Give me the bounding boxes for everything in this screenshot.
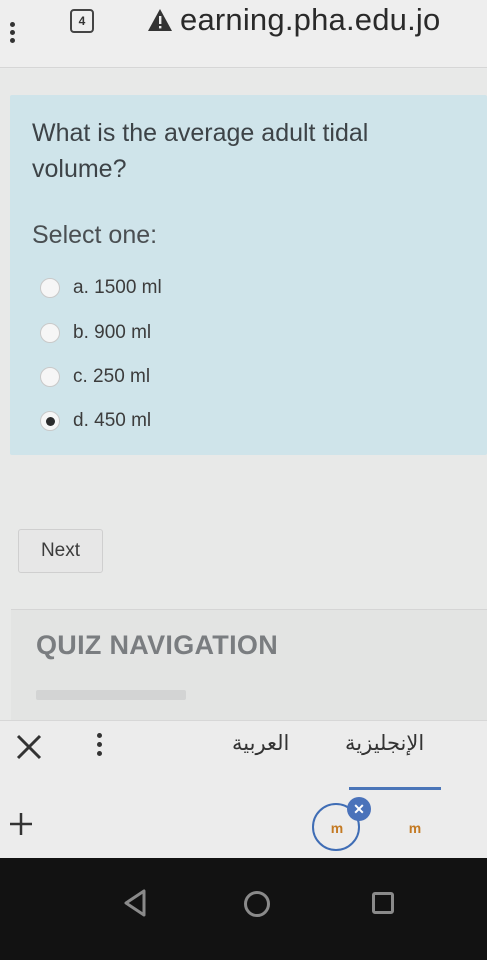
app-icon[interactable]: m	[404, 820, 426, 836]
option-d[interactable]: d. 450 ml	[40, 406, 151, 436]
language-english[interactable]: الإنجليزية	[345, 731, 424, 756]
radio-button[interactable]	[40, 367, 60, 387]
quiz-navigation-placeholder	[36, 690, 186, 700]
back-icon[interactable]	[122, 888, 148, 918]
question-text: What is the average adult tidal volume?	[32, 119, 369, 183]
radio-button[interactable]	[40, 278, 60, 298]
app-icon[interactable]: m	[326, 820, 348, 836]
option-b[interactable]: b. 900 ml	[40, 318, 151, 348]
more-options-icon[interactable]	[97, 733, 103, 760]
home-icon[interactable]	[244, 891, 270, 917]
language-arabic[interactable]: العربية	[232, 731, 289, 756]
remove-app-icon[interactable]: ✕	[347, 797, 371, 821]
quiz-navigation-block: QUIZ NAVIGATION	[11, 609, 487, 720]
browser-toolbar: 4 earning.pha.edu.jo	[0, 0, 487, 68]
option-label: a. 1500 ml	[73, 277, 162, 298]
next-button[interactable]: Next	[18, 529, 103, 573]
recent-apps-icon[interactable]	[372, 892, 394, 914]
option-label: b. 900 ml	[73, 322, 152, 343]
radio-button[interactable]	[40, 323, 60, 343]
option-a[interactable]: a. 1500 ml	[40, 273, 162, 303]
keyboard-toolbar: العربية الإنجليزية ✕ m m	[0, 720, 487, 858]
active-language-indicator	[349, 787, 441, 790]
url-bar[interactable]: earning.pha.edu.jo	[180, 2, 440, 38]
select-one-label: Select one:	[32, 221, 158, 249]
plus-icon[interactable]	[8, 811, 34, 837]
not-secure-warning-icon[interactable]	[147, 8, 173, 32]
tab-count-icon[interactable]: 4	[70, 9, 94, 33]
page-content: What is the average adult tidal volume? …	[0, 69, 487, 720]
question-card: What is the average adult tidal volume? …	[10, 95, 487, 455]
system-navigation-bar	[0, 858, 487, 960]
option-label: d. 450 ml	[73, 410, 152, 431]
menu-dots-icon[interactable]	[10, 22, 16, 46]
quiz-navigation-title: QUIZ NAVIGATION	[36, 630, 278, 660]
close-icon[interactable]	[14, 732, 44, 762]
radio-button-selected[interactable]	[40, 411, 60, 431]
option-label: c. 250 ml	[73, 366, 151, 387]
option-c[interactable]: c. 250 ml	[40, 362, 150, 392]
